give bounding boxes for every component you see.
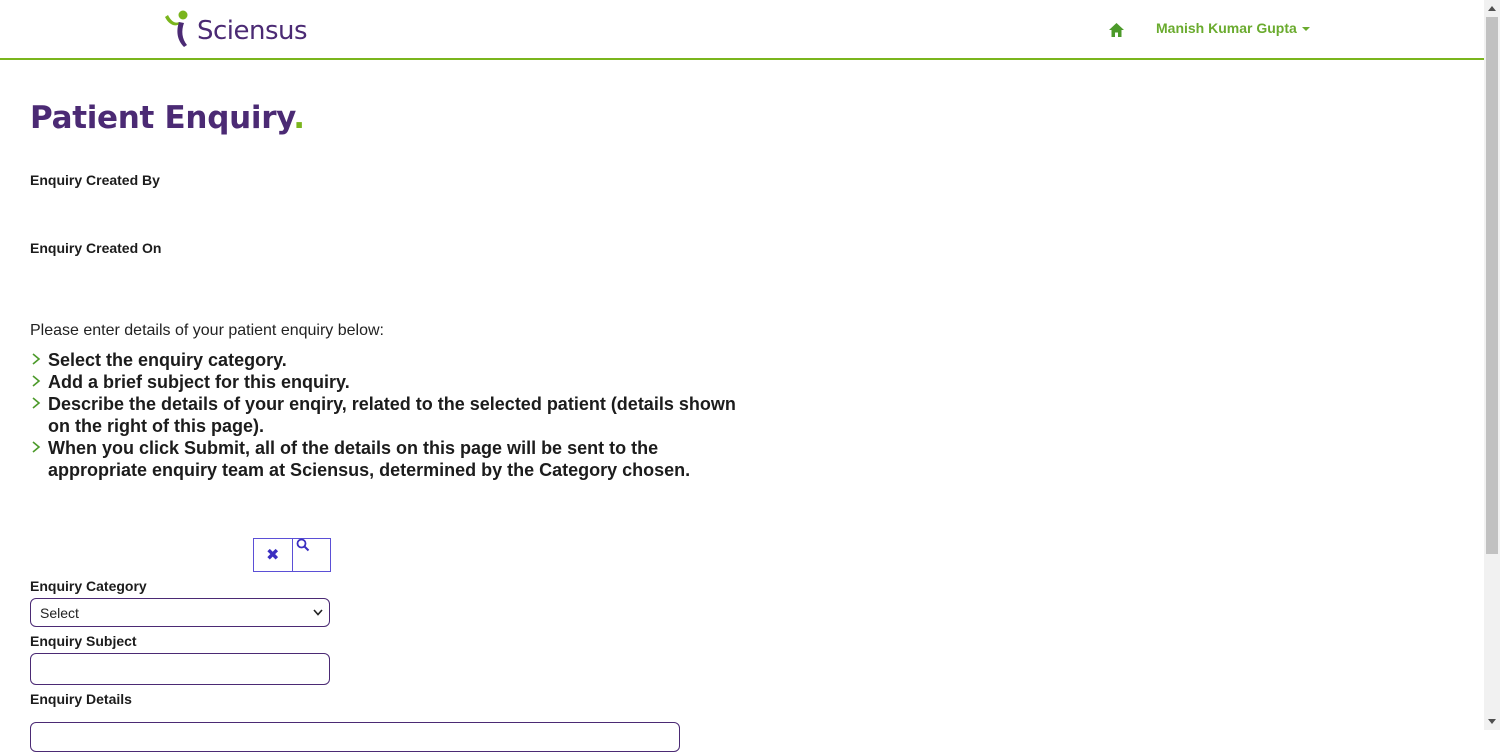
logo-text: Sciensus [197,16,308,46]
logo-mark-icon [165,10,188,47]
instruction-text: Select the enquiry category. [48,350,287,370]
enquiry-created-by-label: Enquiry Created By [30,172,160,188]
enquiry-category-select[interactable]: Select [30,598,330,627]
chevron-right-icon [32,441,41,453]
instruction-text: Add a brief subject for this enquiry. [48,372,350,392]
instruction-text: Describe the details of your enqiry, rel… [48,394,736,436]
scroll-up-arrow-icon[interactable] [1488,6,1496,11]
instruction-item: Add a brief subject for this enquiry. [30,371,750,393]
chevron-right-icon [32,353,41,365]
enquiry-category-value: Select [40,604,79,621]
chevron-right-icon [32,375,41,387]
clear-button[interactable]: ✖ [254,539,293,571]
search-icon [296,538,309,552]
scroll-down-arrow-icon[interactable] [1488,719,1496,724]
search-button[interactable] [293,538,331,571]
vertical-scrollbar[interactable] [1484,0,1500,730]
home-icon[interactable] [1108,22,1125,38]
page-title: Patient Enquiry. [30,100,305,136]
user-menu-dropdown[interactable]: Manish Kumar Gupta [1156,20,1310,36]
instruction-item: Select the enquiry category. [30,349,750,371]
enquiry-category-label: Enquiry Category [30,578,147,594]
enquiry-created-on-label: Enquiry Created On [30,240,162,256]
user-name: Manish Kumar Gupta [1156,20,1297,36]
instruction-text: When you click Submit, all of the detail… [48,438,691,480]
enquiry-subject-label: Enquiry Subject [30,633,137,649]
top-header: Sciensus Manish Kumar Gupta [0,0,1484,60]
instruction-item: Describe the details of your enqiry, rel… [30,393,750,437]
close-icon: ✖ [266,547,280,564]
instruction-list: Select the enquiry category. Add a brief… [30,349,750,481]
scroll-thumb[interactable] [1486,17,1498,554]
intro-text: Please enter details of your patient enq… [30,322,384,339]
instruction-item: When you click Submit, all of the detail… [30,437,750,481]
enquiry-subject-input[interactable] [30,653,330,685]
caret-down-icon [1301,27,1310,31]
page-title-text: Patient Enquiry [30,100,294,136]
enquiry-details-label: Enquiry Details [30,691,132,707]
chevron-right-icon [32,397,41,409]
chevron-down-icon [313,609,323,616]
enquiry-details-textarea[interactable] [30,722,680,752]
sciensus-logo[interactable]: Sciensus [163,8,308,50]
patient-search-controls: ✖ [253,538,331,572]
title-dot: . [293,100,305,136]
